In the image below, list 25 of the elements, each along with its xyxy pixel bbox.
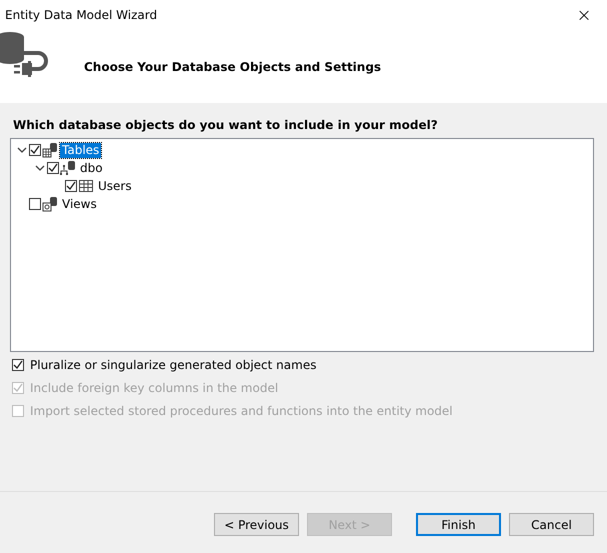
checkbox[interactable] <box>47 162 59 174</box>
checkbox[interactable] <box>29 144 41 156</box>
table-icon <box>78 178 94 194</box>
checkbox[interactable] <box>12 358 24 370</box>
tree-label: Which database objects do you want to include in your model? <box>13 118 438 132</box>
tables-icon <box>42 142 58 158</box>
checkbox[interactable] <box>29 198 41 210</box>
expander-icon[interactable] <box>35 163 45 173</box>
tree-item[interactable]: Views <box>60 196 99 212</box>
views-icon <box>42 196 58 212</box>
checkbox[interactable] <box>65 180 77 192</box>
window-title: Entity Data Model Wizard <box>5 8 158 22</box>
wizard-button[interactable]: < Previous <box>214 513 299 536</box>
tree-item[interactable]: Tables <box>60 142 102 158</box>
wizard-button[interactable]: Finish <box>416 513 501 536</box>
wizard-button[interactable]: Cancel <box>509 513 594 536</box>
checkbox-label: Pluralize or singularize generated object names <box>30 358 316 372</box>
tree-item[interactable]: Users <box>96 178 134 194</box>
checkbox-label: Include foreign key columns in the model <box>30 380 278 394</box>
tree-item[interactable]: dbo <box>78 160 105 176</box>
page-heading: Choose Your Database Objects and Settings <box>84 60 382 74</box>
checkbox-label: Import selected stored procedures and functions into the entity model <box>30 404 453 418</box>
expander-icon[interactable] <box>17 145 27 155</box>
close-button[interactable]: × <box>561 0 607 30</box>
schema-icon <box>60 160 76 176</box>
